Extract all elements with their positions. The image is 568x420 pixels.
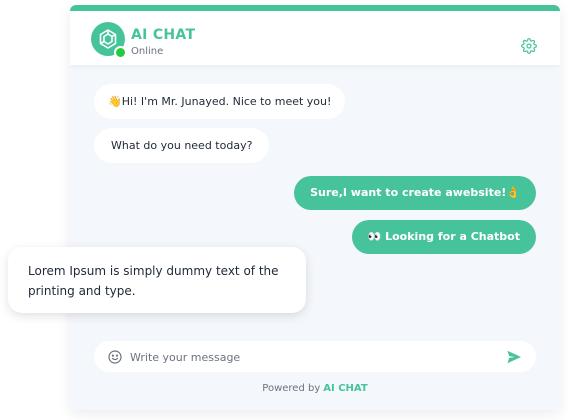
bot-message: 👋Hi! I'm Mr. Junayed. Nice to meet you! <box>94 84 346 119</box>
message-input[interactable] <box>128 346 502 369</box>
user-message: Sure,I want to create awebsite!👌 <box>294 176 536 210</box>
online-status: Online <box>131 46 164 57</box>
bot-message: What do you need today? <box>94 128 270 163</box>
send-icon[interactable] <box>506 349 522 365</box>
floating-message-card: Lorem Ipsum is simply dummy text of the … <box>8 247 306 313</box>
smiley-icon[interactable] <box>108 349 122 364</box>
message-composer <box>94 341 536 372</box>
user-message: 👀 Looking for a Chatbot <box>351 220 536 254</box>
powered-by-brand[interactable]: AI CHAT <box>323 383 367 394</box>
chat-title: AI CHAT <box>131 27 196 43</box>
online-indicator <box>114 46 127 59</box>
powered-by: Powered by AI CHAT <box>70 383 560 394</box>
chat-header: AI CHAT Online <box>70 11 560 65</box>
gear-icon[interactable] <box>520 37 538 55</box>
chat-window: AI CHAT Online 👋Hi! I'm Mr. Junayed. Nic… <box>70 5 560 410</box>
powered-by-label: Powered by <box>262 383 321 394</box>
floating-message-text: Lorem Ipsum is simply dummy text of the … <box>28 264 279 298</box>
